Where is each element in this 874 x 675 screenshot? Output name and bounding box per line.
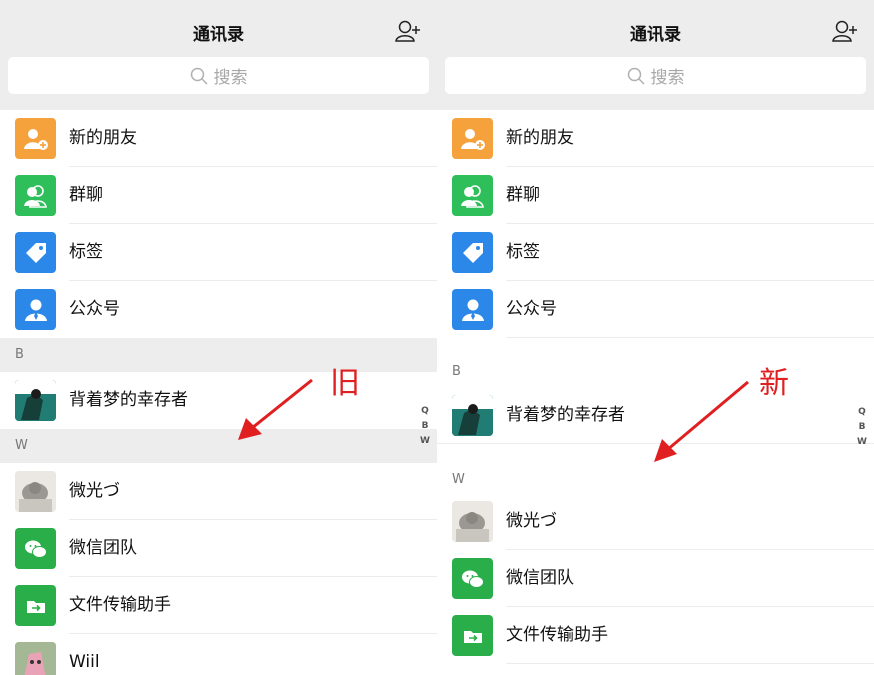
annotation-arrow [238,378,313,440]
annotation-arrow [654,380,749,462]
new-contacts-screen: 通讯录 搜索 新的朋友 群聊 标签 公众号 B 背着梦的幸存者 W 微光づ 微信… [437,0,874,675]
old-contacts-screen: 通讯录 搜索 新的朋友 群聊 标签 公众号 B 背着梦的幸存者 W 微光づ 微信… [0,0,437,675]
